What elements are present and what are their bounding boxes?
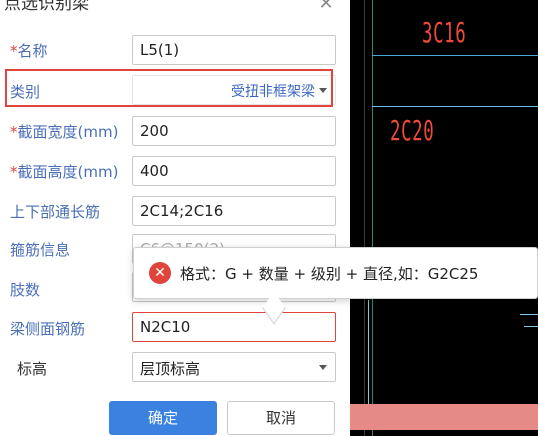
required-marker: *	[10, 163, 18, 181]
cad-line	[364, 0, 365, 436]
cad-line	[368, 300, 369, 406]
side-bars-label-text: 梁侧面钢筋	[10, 320, 86, 338]
ok-button[interactable]: 确定	[109, 401, 217, 435]
chevron-down-icon	[319, 88, 327, 93]
through-bars-label-text: 上下部通长筋	[10, 203, 101, 221]
dialog-title: 点选识别梁	[4, 0, 89, 14]
side-bars-input[interactable]: N2C10	[132, 312, 336, 342]
cad-line	[372, 0, 373, 436]
chevron-down-icon	[319, 365, 327, 370]
stirrup-label-text: 箍筋信息	[10, 241, 71, 259]
tooltip-message: 格式：G + 数量 + 级别 + 直径,如：G2C25	[180, 265, 479, 283]
elevation-label: 标高	[17, 358, 47, 379]
name-input[interactable]: L5(1)	[132, 35, 336, 65]
type-label: 类别	[10, 81, 40, 102]
height-label: *截面高度(mm)	[10, 161, 118, 182]
name-label-text: 名称	[17, 42, 48, 60]
validation-tooltip: ✕ 格式：G + 数量 + 级别 + 直径,如：G2C25	[133, 247, 538, 325]
cad-line	[372, 55, 538, 56]
type-label-text: 类别	[10, 83, 41, 101]
width-input[interactable]: 200	[132, 116, 336, 146]
width-label: *截面宽度(mm)	[10, 121, 118, 142]
cad-rebar-label: 3C16	[422, 16, 467, 49]
through-bars-label: 上下部通长筋	[10, 201, 100, 222]
name-label: *名称	[10, 40, 48, 61]
cad-line	[372, 106, 538, 107]
cad-highlight-bar	[350, 404, 538, 430]
error-icon: ✕	[149, 262, 171, 284]
type-select[interactable]: 受扭非框架梁	[132, 75, 336, 105]
elevation-label-text: 标高	[17, 360, 48, 378]
side-bars-label: 梁侧面钢筋	[10, 318, 85, 339]
cad-line	[520, 314, 538, 315]
required-marker: *	[10, 123, 18, 141]
width-label-text: 截面宽度(mm)	[17, 123, 119, 141]
type-selected-value: 受扭非框架梁	[231, 84, 315, 100]
stirrup-label: 箍筋信息	[10, 239, 70, 260]
identify-beam-dialog: 点选识别梁 ✕ *名称 L5(1) 类别 受扭非框架梁 *截面宽度(mm) 20…	[0, 0, 350, 436]
height-label-text: 截面高度(mm)	[17, 163, 119, 181]
required-marker: *	[10, 42, 18, 60]
through-bars-input[interactable]: 2C14;2C16	[132, 196, 336, 226]
elevation-selected-value: 层顶标高	[140, 360, 201, 378]
height-input[interactable]: 400	[132, 156, 336, 186]
close-icon[interactable]: ✕	[316, 0, 336, 14]
cad-line	[524, 326, 538, 327]
legs-label-text: 肢数	[10, 281, 41, 299]
cad-rebar-label: 2C20	[390, 114, 435, 147]
cad-canvas[interactable]: 3C16 2C20	[350, 0, 538, 436]
legs-label: 肢数	[10, 279, 40, 300]
elevation-select[interactable]: 层顶标高	[132, 352, 336, 382]
cancel-button[interactable]: 取消	[227, 401, 335, 435]
